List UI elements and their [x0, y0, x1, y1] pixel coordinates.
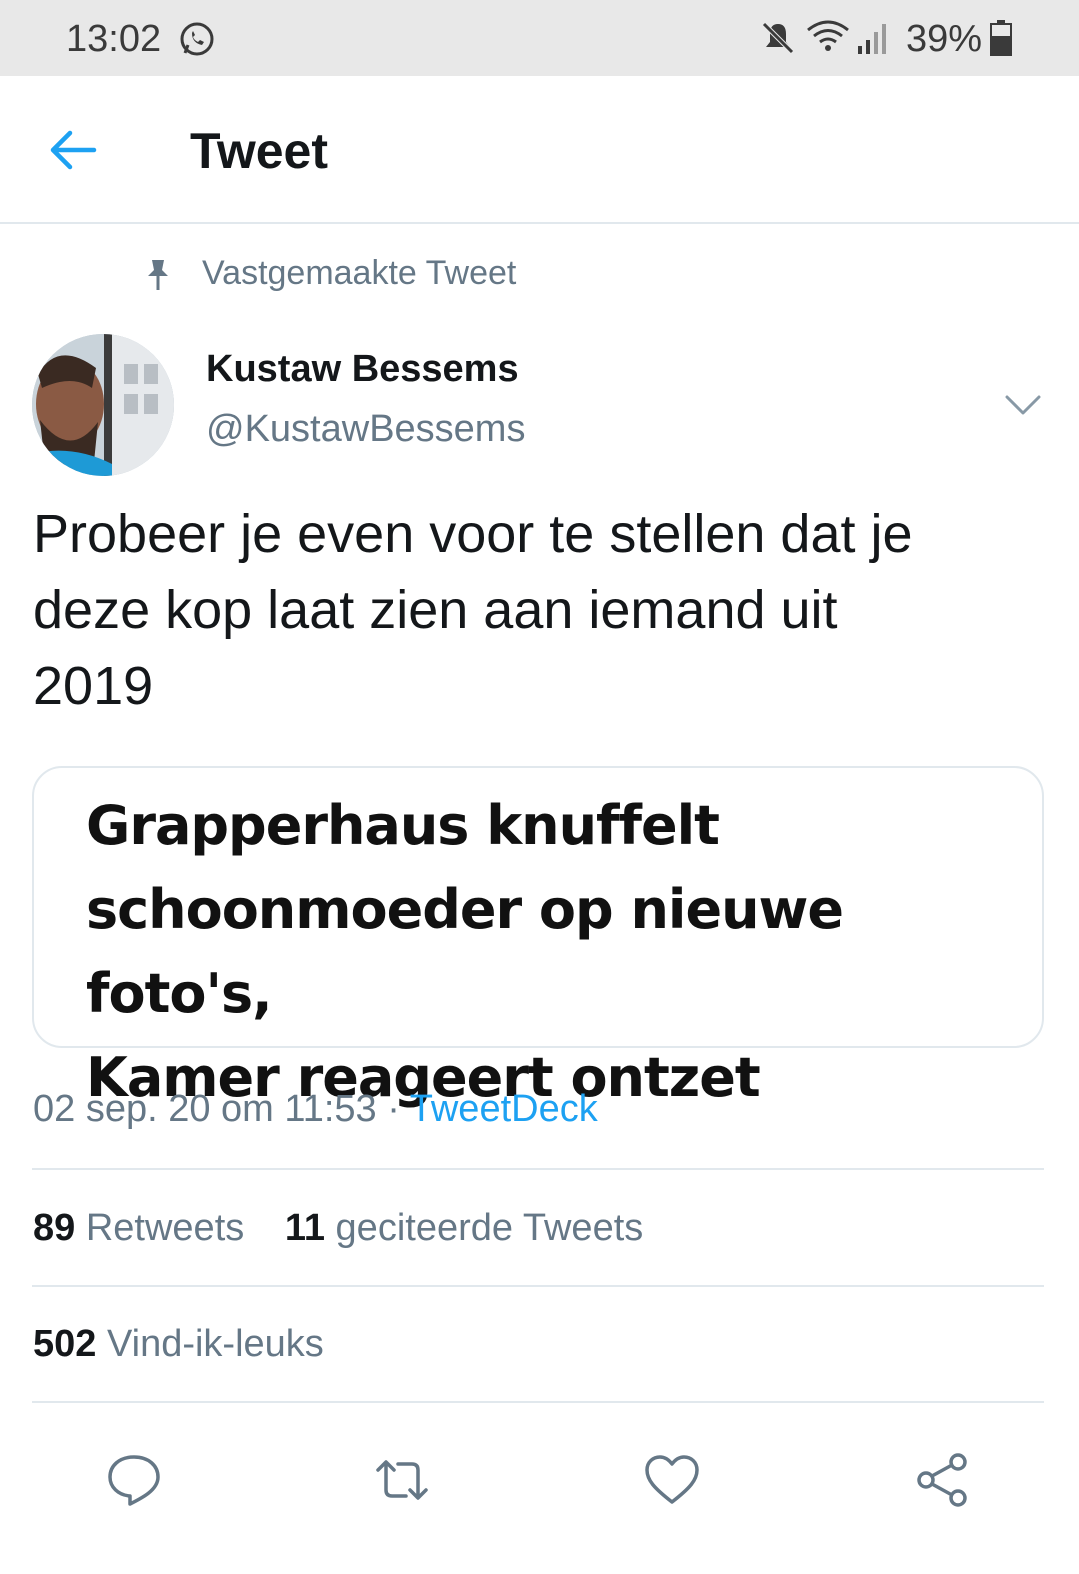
tweet-text-line: Probeer je even voor te stellen dat je: [33, 504, 913, 564]
retweets-stat[interactable]: 89 Retweets: [33, 1207, 244, 1250]
retweet-stats: 89 Retweets 11 geciteerde Tweets: [33, 1207, 673, 1250]
tweet-date: 02 sep. 20 om 11:53: [33, 1088, 377, 1130]
author-name[interactable]: Kustaw Bessems: [206, 348, 519, 391]
likes-label: Vind-ik-leuks: [106, 1323, 324, 1365]
like-stats: 502 Vind-ik-leuks: [33, 1323, 354, 1366]
likes-count: 502: [33, 1323, 97, 1365]
divider: [32, 1285, 1044, 1287]
mute-icon: [762, 22, 794, 54]
media-headline-line: Grapperhaus knuffelt: [86, 794, 720, 857]
app-header: Tweet: [0, 76, 1079, 224]
meta-separator: ·: [387, 1088, 400, 1130]
media-headline-line: schoonmoeder op nieuwe foto's,: [86, 878, 844, 1025]
quotes-count: 11: [284, 1207, 325, 1249]
tweet-source-link[interactable]: TweetDeck: [410, 1088, 598, 1130]
chevron-down-icon[interactable]: [1004, 392, 1042, 418]
divider: [32, 1168, 1044, 1170]
tweet-text-line: 2019: [33, 656, 154, 716]
quotes-stat[interactable]: 11 geciteerde Tweets: [285, 1207, 643, 1250]
tweet-text: Probeer je even voor te stellen dat je d…: [33, 496, 1043, 724]
battery-percentage: 39%: [906, 18, 983, 60]
tweet-text-line: deze kop laat zien aan iemand uit: [33, 580, 838, 640]
arrow-left-icon[interactable]: [48, 128, 98, 172]
retweet-icon[interactable]: [374, 1452, 430, 1508]
wifi-icon: [807, 20, 849, 51]
author-handle[interactable]: @KustawBessems: [206, 408, 525, 451]
retweets-count: 89: [33, 1207, 76, 1249]
page-title: Tweet: [190, 123, 328, 179]
status-time: 13:02: [66, 18, 162, 60]
retweets-label: Retweets: [85, 1207, 245, 1249]
media-headline: Grapperhaus knuffelt schoonmoeder op nie…: [86, 784, 1036, 1120]
like-heart-icon[interactable]: [644, 1452, 700, 1508]
tweet-media-card[interactable]: Grapperhaus knuffelt schoonmoeder op nie…: [32, 766, 1044, 1109]
battery-icon: [990, 20, 1012, 56]
signal-icon: [858, 24, 886, 54]
avatar-image: [32, 334, 174, 476]
likes-stat[interactable]: 502 Vind-ik-leuks: [33, 1323, 324, 1366]
avatar[interactable]: [32, 334, 174, 476]
pinned-tweet-label: Vastgemaakte Tweet: [202, 254, 517, 292]
whatsapp-icon: [180, 22, 214, 56]
share-icon[interactable]: [914, 1452, 970, 1508]
reply-icon[interactable]: [106, 1452, 162, 1508]
status-bar: 13:02 39%: [0, 0, 1079, 76]
tweet-meta: 02 sep. 20 om 11:53 · TweetDeck: [33, 1088, 598, 1131]
divider: [32, 1401, 1044, 1403]
quotes-label: geciteerde Tweets: [335, 1207, 644, 1249]
pin-icon: [148, 260, 168, 290]
